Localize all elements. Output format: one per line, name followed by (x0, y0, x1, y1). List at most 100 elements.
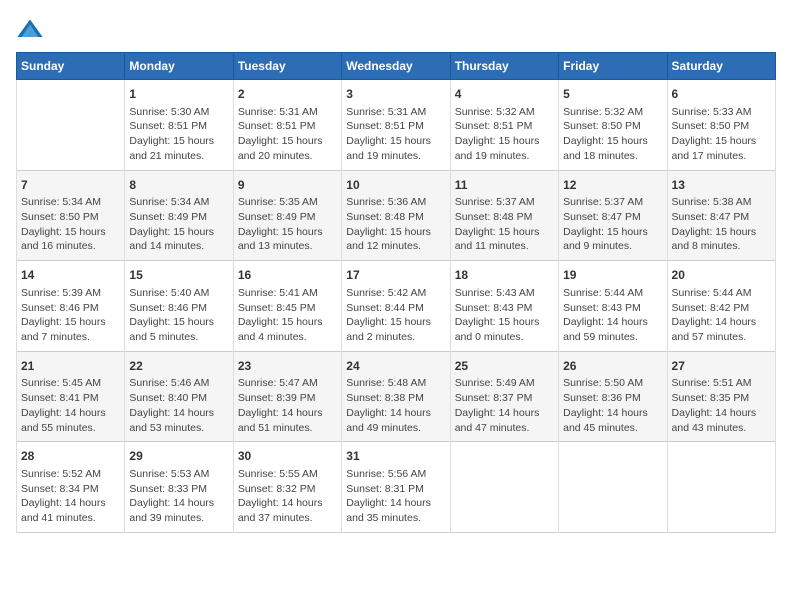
day-number: 17 (346, 267, 445, 284)
calendar-cell: 1 Sunrise: 5:30 AM Sunset: 8:51 PM Daylig… (125, 80, 233, 171)
day-info: Sunrise: 5:40 AM Sunset: 8:46 PM Dayligh… (129, 286, 228, 345)
day-info: Sunrise: 5:52 AM Sunset: 8:34 PM Dayligh… (21, 467, 120, 526)
calendar-cell (559, 442, 667, 533)
calendar-week-row: 28 Sunrise: 5:52 AM Sunset: 8:34 PM Dayli… (17, 442, 776, 533)
weekday-header-thursday: Thursday (450, 53, 558, 80)
calendar-cell: 22Sunrise: 5:46 AM Sunset: 8:40 PM Dayli… (125, 351, 233, 442)
day-number: 4 (455, 86, 554, 103)
day-info: Sunrise: 5:56 AM Sunset: 8:31 PM Dayligh… (346, 467, 445, 526)
calendar-cell: 28 Sunrise: 5:52 AM Sunset: 8:34 PM Dayli… (17, 442, 125, 533)
day-number: 19 (563, 267, 662, 284)
day-info: Sunrise: 5:44 AM Sunset: 8:43 PM Dayligh… (563, 286, 662, 345)
calendar-cell: 6 Sunrise: 5:33 AM Sunset: 8:50 PM Daylig… (667, 80, 775, 171)
calendar-cell: 27Sunrise: 5:51 AM Sunset: 8:35 PM Dayli… (667, 351, 775, 442)
day-number: 30 (238, 448, 337, 465)
day-info: Sunrise: 5:33 AM Sunset: 8:50 PM Dayligh… (672, 105, 771, 164)
calendar-cell (17, 80, 125, 171)
weekday-header-sunday: Sunday (17, 53, 125, 80)
day-info: Sunrise: 5:31 AM Sunset: 8:51 PM Dayligh… (238, 105, 337, 164)
day-number: 9 (238, 177, 337, 194)
day-number: 26 (563, 358, 662, 375)
calendar-cell: 3 Sunrise: 5:31 AM Sunset: 8:51 PM Daylig… (342, 80, 450, 171)
calendar-cell: 14 Sunrise: 5:39 AM Sunset: 8:46 PM Dayli… (17, 261, 125, 352)
calendar-cell: 4 Sunrise: 5:32 AM Sunset: 8:51 PM Daylig… (450, 80, 558, 171)
calendar-week-row: 14 Sunrise: 5:39 AM Sunset: 8:46 PM Dayli… (17, 261, 776, 352)
calendar-cell: 29 Sunrise: 5:53 AM Sunset: 8:33 PM Dayli… (125, 442, 233, 533)
day-number: 29 (129, 448, 228, 465)
day-info: Sunrise: 5:51 AM Sunset: 8:35 PM Dayligh… (672, 376, 771, 435)
logo (16, 16, 48, 44)
calendar-cell: 18 Sunrise: 5:43 AM Sunset: 8:43 PM Dayli… (450, 261, 558, 352)
day-number: 28 (21, 448, 120, 465)
day-number: 25 (455, 358, 554, 375)
calendar-cell (450, 442, 558, 533)
calendar-cell: 2 Sunrise: 5:31 AM Sunset: 8:51 PM Daylig… (233, 80, 341, 171)
day-number: 15 (129, 267, 228, 284)
calendar-week-row: 7Sunrise: 5:34 AM Sunset: 8:50 PM Daylig… (17, 170, 776, 261)
day-number: 8 (129, 177, 228, 194)
calendar-week-row: 21Sunrise: 5:45 AM Sunset: 8:41 PM Dayli… (17, 351, 776, 442)
day-info: Sunrise: 5:48 AM Sunset: 8:38 PM Dayligh… (346, 376, 445, 435)
weekday-header-saturday: Saturday (667, 53, 775, 80)
calendar-cell: 11Sunrise: 5:37 AM Sunset: 8:48 PM Dayli… (450, 170, 558, 261)
calendar-cell: 31 Sunrise: 5:56 AM Sunset: 8:31 PM Dayli… (342, 442, 450, 533)
calendar-cell: 10Sunrise: 5:36 AM Sunset: 8:48 PM Dayli… (342, 170, 450, 261)
day-info: Sunrise: 5:36 AM Sunset: 8:48 PM Dayligh… (346, 195, 445, 254)
day-info: Sunrise: 5:38 AM Sunset: 8:47 PM Dayligh… (672, 195, 771, 254)
calendar-cell: 16 Sunrise: 5:41 AM Sunset: 8:45 PM Dayli… (233, 261, 341, 352)
calendar-cell: 17Sunrise: 5:42 AM Sunset: 8:44 PM Dayli… (342, 261, 450, 352)
day-info: Sunrise: 5:41 AM Sunset: 8:45 PM Dayligh… (238, 286, 337, 345)
day-info: Sunrise: 5:32 AM Sunset: 8:50 PM Dayligh… (563, 105, 662, 164)
day-info: Sunrise: 5:37 AM Sunset: 8:47 PM Dayligh… (563, 195, 662, 254)
day-number: 20 (672, 267, 771, 284)
day-info: Sunrise: 5:39 AM Sunset: 8:46 PM Dayligh… (21, 286, 120, 345)
day-number: 12 (563, 177, 662, 194)
day-info: Sunrise: 5:45 AM Sunset: 8:41 PM Dayligh… (21, 376, 120, 435)
weekday-header-friday: Friday (559, 53, 667, 80)
day-number: 14 (21, 267, 120, 284)
day-number: 16 (238, 267, 337, 284)
day-number: 3 (346, 86, 445, 103)
calendar-cell: 8Sunrise: 5:34 AM Sunset: 8:49 PM Daylig… (125, 170, 233, 261)
calendar-cell: 25Sunrise: 5:49 AM Sunset: 8:37 PM Dayli… (450, 351, 558, 442)
calendar-cell: 24Sunrise: 5:48 AM Sunset: 8:38 PM Dayli… (342, 351, 450, 442)
day-number: 24 (346, 358, 445, 375)
day-number: 13 (672, 177, 771, 194)
logo-icon (16, 16, 44, 44)
calendar-cell: 13Sunrise: 5:38 AM Sunset: 8:47 PM Dayli… (667, 170, 775, 261)
calendar-cell: 19 Sunrise: 5:44 AM Sunset: 8:43 PM Dayli… (559, 261, 667, 352)
calendar-cell: 9Sunrise: 5:35 AM Sunset: 8:49 PM Daylig… (233, 170, 341, 261)
day-number: 18 (455, 267, 554, 284)
day-number: 1 (129, 86, 228, 103)
calendar-cell: 20 Sunrise: 5:44 AM Sunset: 8:42 PM Dayli… (667, 261, 775, 352)
day-number: 27 (672, 358, 771, 375)
calendar-cell: 26Sunrise: 5:50 AM Sunset: 8:36 PM Dayli… (559, 351, 667, 442)
day-info: Sunrise: 5:34 AM Sunset: 8:50 PM Dayligh… (21, 195, 120, 254)
calendar-header-row: SundayMondayTuesdayWednesdayThursdayFrid… (17, 53, 776, 80)
day-number: 11 (455, 177, 554, 194)
calendar-cell: 15 Sunrise: 5:40 AM Sunset: 8:46 PM Dayli… (125, 261, 233, 352)
calendar-table: SundayMondayTuesdayWednesdayThursdayFrid… (16, 52, 776, 533)
day-info: Sunrise: 5:44 AM Sunset: 8:42 PM Dayligh… (672, 286, 771, 345)
day-info: Sunrise: 5:53 AM Sunset: 8:33 PM Dayligh… (129, 467, 228, 526)
day-info: Sunrise: 5:34 AM Sunset: 8:49 PM Dayligh… (129, 195, 228, 254)
day-info: Sunrise: 5:55 AM Sunset: 8:32 PM Dayligh… (238, 467, 337, 526)
calendar-cell: 12Sunrise: 5:37 AM Sunset: 8:47 PM Dayli… (559, 170, 667, 261)
day-info: Sunrise: 5:31 AM Sunset: 8:51 PM Dayligh… (346, 105, 445, 164)
day-number: 31 (346, 448, 445, 465)
weekday-header-tuesday: Tuesday (233, 53, 341, 80)
weekday-header-wednesday: Wednesday (342, 53, 450, 80)
day-number: 7 (21, 177, 120, 194)
day-number: 6 (672, 86, 771, 103)
day-number: 2 (238, 86, 337, 103)
calendar-cell: 21Sunrise: 5:45 AM Sunset: 8:41 PM Dayli… (17, 351, 125, 442)
day-info: Sunrise: 5:50 AM Sunset: 8:36 PM Dayligh… (563, 376, 662, 435)
day-number: 5 (563, 86, 662, 103)
day-info: Sunrise: 5:30 AM Sunset: 8:51 PM Dayligh… (129, 105, 228, 164)
day-info: Sunrise: 5:43 AM Sunset: 8:43 PM Dayligh… (455, 286, 554, 345)
day-number: 21 (21, 358, 120, 375)
day-info: Sunrise: 5:49 AM Sunset: 8:37 PM Dayligh… (455, 376, 554, 435)
day-info: Sunrise: 5:46 AM Sunset: 8:40 PM Dayligh… (129, 376, 228, 435)
day-info: Sunrise: 5:32 AM Sunset: 8:51 PM Dayligh… (455, 105, 554, 164)
day-info: Sunrise: 5:35 AM Sunset: 8:49 PM Dayligh… (238, 195, 337, 254)
